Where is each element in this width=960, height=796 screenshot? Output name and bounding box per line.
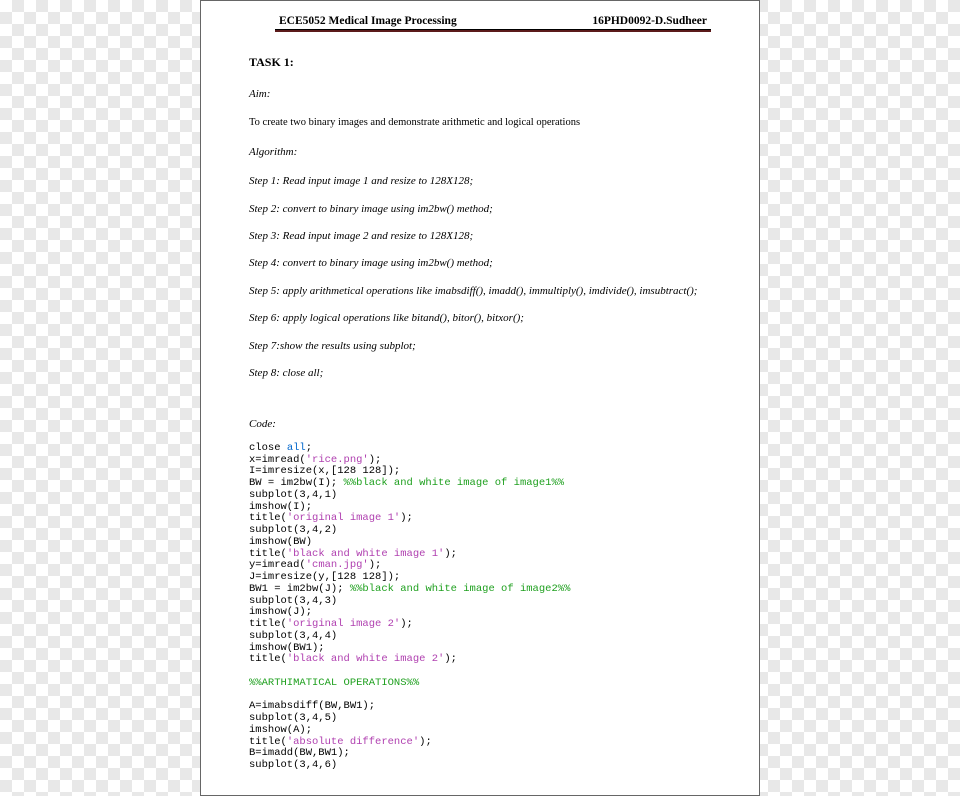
aim-label: Aim:	[249, 87, 711, 102]
code-label: Code:	[249, 417, 711, 432]
algorithm-step: Step 3: Read input image 2 and resize to…	[249, 229, 711, 244]
document-page: ECE5052 Medical Image Processing 16PHD00…	[200, 0, 760, 796]
algorithm-step: Step 8: close all;	[249, 366, 711, 381]
algorithm-step: Step 2: convert to binary image using im…	[249, 202, 711, 217]
aim-text: To create two binary images and demonstr…	[249, 116, 711, 131]
algorithm-label: Algorithm:	[249, 145, 711, 160]
algorithm-step: Step 4: convert to binary image using im…	[249, 256, 711, 271]
student-id: 16PHD0092-D.Sudheer	[592, 15, 707, 27]
course-title: ECE5052 Medical Image Processing	[279, 15, 457, 27]
code-block: close all; x=imread('rice.png'); I=imres…	[249, 443, 711, 772]
algorithm-step: Step 6: apply logical operations like bi…	[249, 311, 711, 326]
algorithm-step: Step 5: apply arithmetical operations li…	[249, 284, 711, 299]
algorithm-step: Step 7:show the results using subplot;	[249, 339, 711, 354]
header-rule	[275, 29, 711, 32]
document-body: TASK 1: Aim: To create two binary images…	[249, 54, 711, 772]
algorithm-step: Step 1: Read input image 1 and resize to…	[249, 174, 711, 189]
page-header: ECE5052 Medical Image Processing 16PHD00…	[275, 15, 711, 27]
task-title: TASK 1:	[249, 54, 711, 71]
